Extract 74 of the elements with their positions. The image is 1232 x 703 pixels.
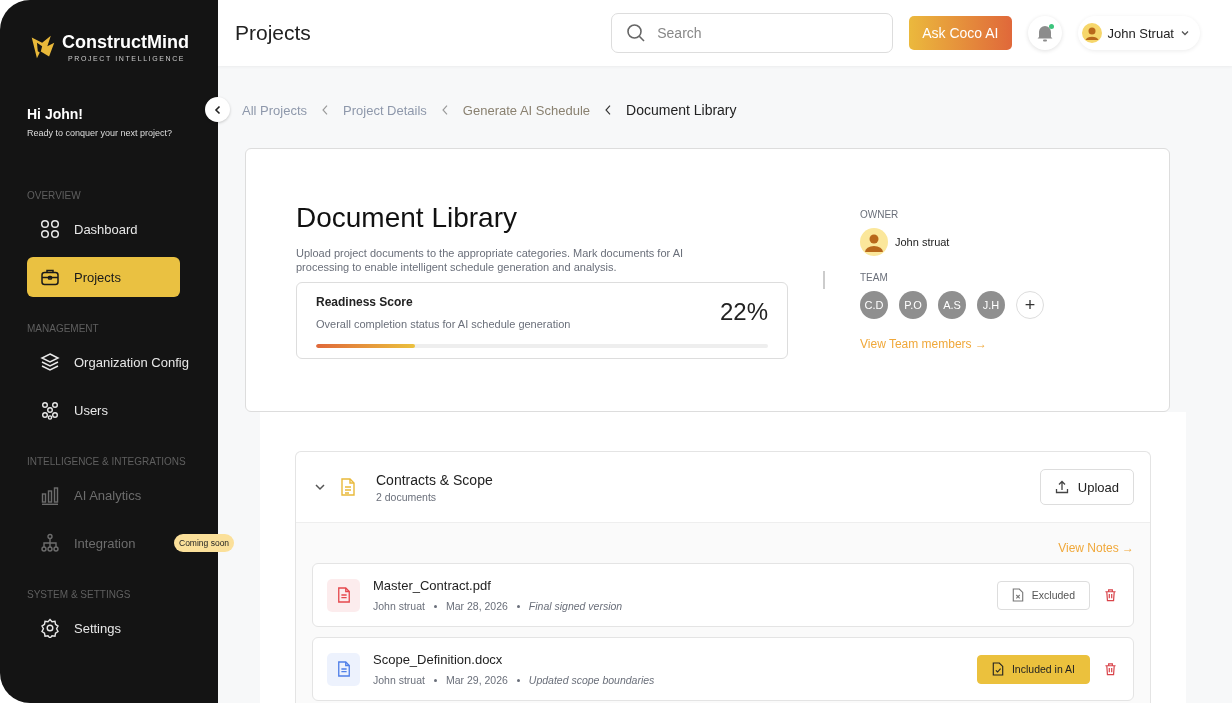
upload-button[interactable]: Upload (1039, 469, 1134, 505)
team-label: TEAM (860, 272, 888, 283)
sidebar-item[interactable]: Dashboard (27, 209, 180, 249)
team-member-avatar: C.D (860, 291, 888, 319)
search-field[interactable]: Search (611, 13, 894, 53)
briefcase-icon (40, 267, 60, 287)
search-icon (626, 23, 647, 43)
document-author: John struat (373, 600, 425, 612)
add-member-button[interactable]: + (1016, 291, 1044, 319)
team-member-avatar: J.H (977, 291, 1005, 319)
file-check-icon (991, 662, 1004, 676)
document-note: Final signed version (528, 600, 623, 612)
ai-status-toggle[interactable]: Excluded (996, 580, 1090, 610)
nav-section-heading: MANAGEMENT (27, 323, 100, 334)
sidebar-item[interactable]: Organization Config (27, 342, 189, 382)
separator-dot (433, 604, 437, 608)
library-description: Upload project documents to the appropriate categories. Mark documents for AI processing to enable intelligent schedule generation and analysis. (296, 245, 685, 274)
sidebar-item[interactable]: Users (27, 390, 180, 430)
coming-soon-badge: Coming soon (174, 534, 235, 552)
chevron-left-icon (440, 104, 449, 116)
layers-icon (40, 352, 60, 372)
user-menu[interactable]: John Struat (1077, 16, 1200, 50)
separator-dot (433, 678, 437, 682)
chevron-left-icon (321, 104, 330, 116)
team-member-avatar: A.S (938, 291, 966, 319)
avatar-icon (1081, 23, 1102, 43)
owner-label: OWNER (860, 209, 899, 220)
separator-dot (516, 604, 520, 608)
ai-status-toggle[interactable]: Included in AI (976, 654, 1090, 684)
chevron-left-icon (212, 104, 223, 115)
document-name: Master_Contract.pdf (373, 578, 492, 593)
document-note: Updated scope boundaries (528, 674, 655, 686)
chevron-left-icon (604, 104, 613, 116)
avatar-icon (860, 228, 888, 256)
trash-icon (1104, 662, 1117, 676)
hierarchy-icon (40, 533, 60, 553)
greeting-subtitle: Ready to conquer your next project? (27, 128, 174, 138)
document-icon (340, 478, 356, 496)
document-name: Scope_Definition.docx (373, 652, 504, 667)
readiness-title: Readiness Score (316, 294, 414, 309)
chevron-down-icon (1180, 28, 1190, 38)
nav-section-heading: INTELLIGENCE & INTEGRATIONS (27, 456, 187, 467)
nav-section-heading: SYSTEM & SETTINGS (27, 589, 132, 600)
readiness-value: 22% (719, 298, 768, 326)
grid-icon (40, 219, 60, 239)
sidebar-item[interactable]: Projects (27, 257, 180, 297)
sidebar-item[interactable]: Settings (27, 608, 180, 648)
owner-name: John struat (895, 236, 950, 248)
users-icon (40, 400, 60, 420)
document-author: John struat (373, 674, 425, 686)
document-date: Mar 28, 2026 (445, 600, 508, 612)
bar-chart-icon (40, 485, 60, 505)
delete-button[interactable] (1104, 662, 1117, 676)
breadcrumb-link[interactable]: Generate AI Schedule (462, 102, 591, 118)
separator-dot (516, 678, 520, 682)
team-member-avatar: P.O (899, 291, 927, 319)
expand-toggle[interactable] (314, 481, 326, 493)
readiness-subtitle: Overall completion status for AI schedule generation (316, 317, 572, 330)
brand-name: ConstructMind (62, 32, 189, 53)
settings-icon (40, 618, 60, 638)
delete-button[interactable] (1104, 588, 1117, 602)
category-title: Contracts & Scope (376, 471, 494, 488)
notification-button[interactable] (1027, 16, 1062, 50)
breadcrumb-link[interactable]: Document Library (626, 102, 737, 118)
trash-icon (1104, 588, 1117, 602)
document-count: 2 documents (376, 490, 438, 503)
page-title: Projects (235, 21, 311, 45)
library-title: Document Library (296, 201, 518, 234)
file-x-icon (1011, 588, 1024, 602)
document-date: Mar 29, 2026 (445, 674, 508, 686)
upload-icon (1054, 480, 1069, 494)
collapse-sidebar-button[interactable] (205, 97, 230, 122)
nav-section-heading: OVERVIEW (27, 190, 82, 201)
greeting-title: Hi John! (27, 106, 84, 122)
